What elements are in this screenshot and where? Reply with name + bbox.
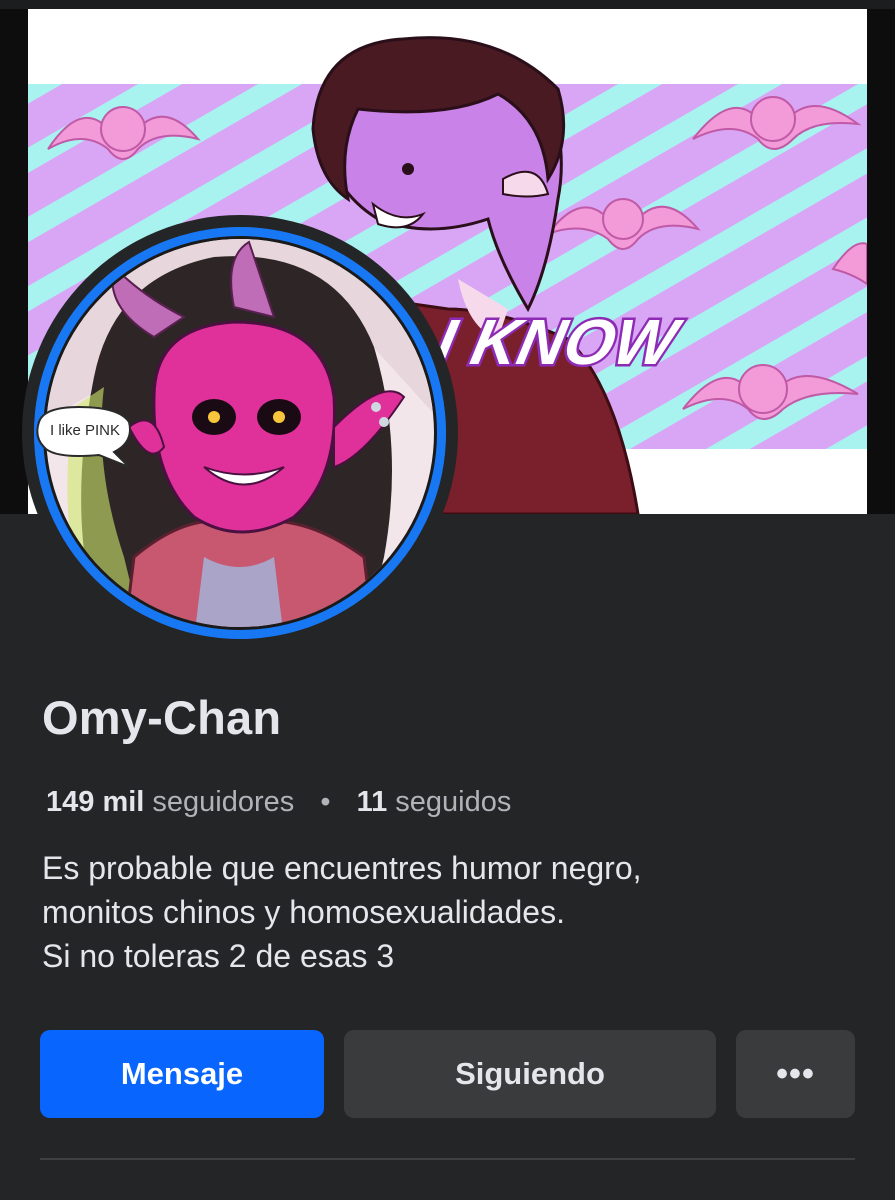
stats-separator: • — [320, 786, 331, 818]
profile-page: I KNOW I like PINK Omy-Chan 149 mil segu… — [0, 0, 895, 1200]
following-button[interactable]: Siguiendo — [344, 1030, 716, 1118]
section-divider — [40, 1158, 855, 1160]
followers-count[interactable]: 149 mil — [46, 786, 144, 818]
bio-line: monitos chinos y homosexualidades. — [42, 894, 565, 930]
bio-line: Si no toleras 2 de esas 3 — [42, 938, 395, 974]
i-know-caption: I KNOW — [427, 303, 690, 380]
avatar[interactable]: I like PINK — [34, 227, 446, 639]
svg-text:I KNOW: I KNOW — [430, 306, 688, 378]
more-icon: ••• — [776, 1054, 815, 1093]
follow-stats: 149 mil seguidores • 11 seguidos — [46, 786, 511, 819]
message-button[interactable]: Mensaje — [40, 1030, 324, 1118]
svg-text:I like PINK: I like PINK — [50, 422, 120, 439]
bio-line: Es probable que encuentres humor negro, — [42, 850, 642, 886]
following-count[interactable]: 11 — [357, 786, 388, 818]
more-options-button[interactable]: ••• — [736, 1030, 855, 1118]
top-strip — [0, 0, 895, 9]
profile-name: Omy-Chan — [42, 691, 282, 744]
followers-label[interactable]: seguidores — [152, 786, 294, 818]
avatar-illustration: I like PINK — [34, 227, 446, 639]
following-label[interactable]: seguidos — [395, 786, 511, 818]
profile-bio: Es probable que encuentres humor negro, … — [42, 846, 862, 978]
